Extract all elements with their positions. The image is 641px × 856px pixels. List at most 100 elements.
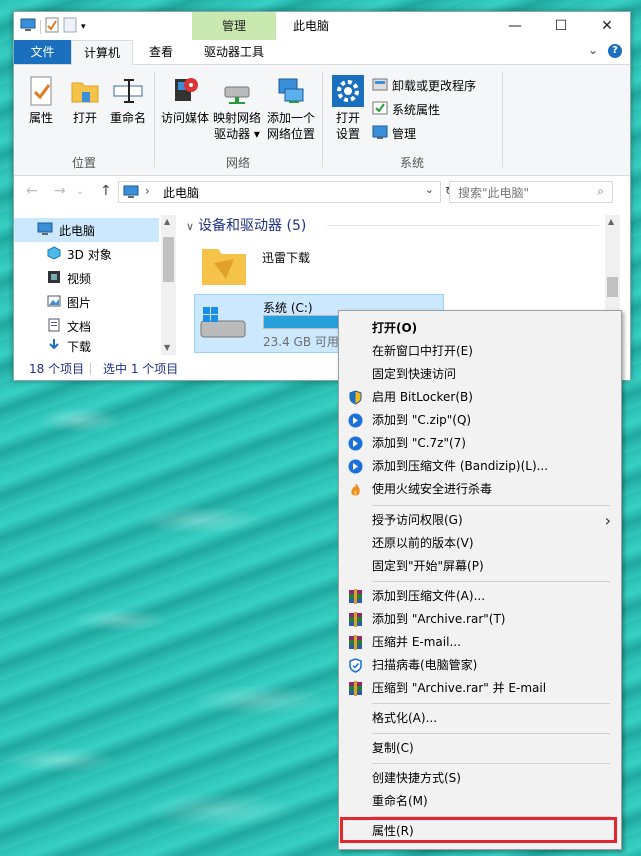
menu-item-copy[interactable]: 复制(C) bbox=[339, 737, 621, 760]
submenu-arrow-icon: › bbox=[604, 511, 611, 530]
bandizip-icon bbox=[348, 459, 363, 474]
nav-item-3d-objects[interactable]: 3D 对象 bbox=[14, 242, 159, 266]
tab-file[interactable]: 文件 bbox=[14, 40, 71, 64]
xunlei-folder-icon bbox=[200, 241, 248, 292]
manage-icon bbox=[372, 124, 388, 143]
menu-item-add-archive-rar[interactable]: 添加到 "Archive.rar"(T) bbox=[339, 608, 621, 631]
menu-item-open-new-window[interactable]: 在新窗口中打开(E) bbox=[339, 340, 621, 363]
rename-button[interactable]: 重命名 bbox=[106, 75, 150, 126]
address-dropdown-icon[interactable]: ⌄ bbox=[425, 183, 434, 196]
menu-item-add-archive[interactable]: 添加到压缩文件(A)... bbox=[339, 585, 621, 608]
drive-item-xunlei[interactable]: 迅雷下载 bbox=[194, 239, 442, 291]
nav-item-documents[interactable]: 文档 bbox=[14, 314, 159, 338]
uninstall-program-button[interactable]: 卸载或更改程序 bbox=[372, 75, 476, 95]
nav-item-label: 图片 bbox=[67, 295, 92, 310]
menu-item-huorong-scan[interactable]: 使用火绒安全进行杀毒 bbox=[339, 478, 621, 501]
menu-item-grant-access[interactable]: 授予访问权限(G) › bbox=[339, 509, 621, 532]
customize-qat-icon[interactable]: ▾ bbox=[81, 22, 86, 32]
add-network-label-2: 网络位置 bbox=[266, 127, 315, 141]
open-button[interactable]: 打开 bbox=[66, 75, 104, 126]
minimize-button[interactable]: — bbox=[492, 12, 538, 40]
scroll-up-icon[interactable]: ▲ bbox=[608, 217, 614, 226]
nav-item-pictures[interactable]: 图片 bbox=[14, 290, 159, 314]
scroll-down-icon[interactable]: ▼ bbox=[164, 343, 170, 352]
devices-group-header[interactable]: ∨ 设备和驱动器 (5) bbox=[186, 215, 306, 235]
media-icon bbox=[169, 75, 201, 107]
forward-arrow-icon[interactable]: → bbox=[54, 183, 66, 199]
menu-item-rename[interactable]: 重命名(M) bbox=[339, 790, 621, 813]
menu-item-compress-email[interactable]: 压缩并 E-mail... bbox=[339, 631, 621, 654]
tab-view[interactable]: 查看 bbox=[135, 40, 187, 64]
flame-icon bbox=[348, 482, 363, 497]
menu-separator bbox=[372, 581, 610, 582]
map-network-drive-button[interactable]: 映射网络 驱动器 ▾ bbox=[210, 75, 264, 142]
menu-item-label: 还原以前的版本(V) bbox=[372, 536, 474, 550]
menu-item-label: 压缩到 "Archive.rar" 并 E-mail bbox=[372, 681, 547, 695]
maximize-button[interactable]: ☐ bbox=[538, 12, 584, 40]
menu-item-label: 重命名(M) bbox=[372, 794, 428, 808]
menu-item-scan-virus[interactable]: 扫描病毒(电脑管家) bbox=[339, 654, 621, 677]
properties-icon bbox=[25, 75, 57, 107]
open-settings-button[interactable]: 打开 设置 bbox=[328, 75, 368, 142]
menu-item-format[interactable]: 格式化(A)... bbox=[339, 707, 621, 730]
selected-count: 选中 1 个项目 bbox=[103, 362, 179, 376]
search-input[interactable]: 搜索"此电脑" ⌕ bbox=[449, 181, 613, 203]
new-folder-qat-icon[interactable] bbox=[63, 17, 77, 36]
scroll-thumb[interactable] bbox=[607, 277, 618, 297]
add-network-location-button[interactable]: 添加一个 网络位置 bbox=[264, 75, 318, 142]
menu-item-label: 格式化(A)... bbox=[372, 711, 438, 725]
quick-access-toolbar: ▾ bbox=[20, 17, 86, 36]
menu-item-label: 添加到 "Archive.rar"(T) bbox=[372, 612, 506, 626]
scroll-thumb[interactable] bbox=[163, 237, 174, 282]
manage-contextual-tab[interactable]: 管理 bbox=[192, 12, 276, 40]
menu-item-label: 添加到压缩文件 (Bandizip)(L)... bbox=[372, 459, 549, 473]
access-media-button[interactable]: 访问媒体 bbox=[158, 75, 212, 126]
computer-icon[interactable] bbox=[20, 18, 36, 35]
menu-item-compress-rar-email[interactable]: 压缩到 "Archive.rar" 并 E-mail bbox=[339, 677, 621, 700]
menu-item-add-zip[interactable]: 添加到 "C.zip"(Q) bbox=[339, 409, 621, 432]
group-label-system: 系统 bbox=[399, 156, 424, 170]
group-label-location: 位置 bbox=[71, 156, 96, 170]
film-icon bbox=[47, 270, 61, 287]
breadcrumb-separator-icon[interactable]: › bbox=[145, 184, 150, 198]
add-network-label-1: 添加一个 bbox=[266, 111, 315, 125]
up-arrow-icon[interactable]: ↑ bbox=[100, 183, 112, 199]
scroll-up-icon[interactable]: ▲ bbox=[164, 217, 170, 226]
cube-icon bbox=[47, 245, 61, 263]
properties-qat-icon[interactable] bbox=[45, 17, 59, 36]
menu-item-open[interactable]: 打开(O) bbox=[339, 317, 621, 340]
properties-button[interactable]: 属性 bbox=[22, 75, 60, 126]
group-label-network: 网络 bbox=[225, 156, 250, 170]
search-icon: ⌕ bbox=[597, 184, 604, 198]
address-bar[interactable]: › 此电脑 ⌄ bbox=[118, 181, 441, 203]
help-icon[interactable]: ? bbox=[608, 44, 622, 58]
menu-item-label: 固定到快速访问 bbox=[372, 367, 457, 381]
open-label: 打开 bbox=[72, 111, 97, 125]
menu-item-label: 授予访问权限(G) bbox=[372, 513, 463, 527]
menu-item-restore-versions[interactable]: 还原以前的版本(V) bbox=[339, 532, 621, 555]
tab-computer[interactable]: 计算机 bbox=[71, 40, 133, 66]
menu-item-add-7z[interactable]: 添加到 "C.7z"(7) bbox=[339, 432, 621, 455]
menu-item-pin-quick-access[interactable]: 固定到快速访问 bbox=[339, 363, 621, 386]
menu-item-create-shortcut[interactable]: 创建快捷方式(S) bbox=[339, 767, 621, 790]
gear-icon bbox=[332, 75, 364, 107]
nav-item-videos[interactable]: 视频 bbox=[14, 266, 159, 290]
menu-item-pin-start[interactable]: 固定到"开始"屏幕(P) bbox=[339, 555, 621, 578]
rename-icon bbox=[112, 75, 144, 107]
nav-item-this-pc[interactable]: 此电脑 bbox=[14, 218, 159, 242]
breadcrumb-this-pc[interactable]: 此电脑 bbox=[163, 184, 199, 201]
menu-separator bbox=[372, 733, 610, 734]
menu-item-add-bandizip[interactable]: 添加到压缩文件 (Bandizip)(L)... bbox=[339, 455, 621, 478]
menu-item-bitlocker[interactable]: 启用 BitLocker(B) bbox=[339, 386, 621, 409]
system-properties-button[interactable]: 系统属性 bbox=[372, 99, 440, 119]
chevron-down-icon[interactable]: ⌄ bbox=[588, 43, 598, 57]
manage-button[interactable]: 管理 bbox=[372, 123, 416, 143]
close-button[interactable]: ✕ bbox=[584, 12, 630, 40]
recent-locations-icon[interactable]: ⌄ bbox=[76, 186, 84, 197]
winrar-icon bbox=[348, 612, 363, 627]
back-arrow-icon[interactable]: ← bbox=[26, 183, 38, 199]
tab-drive-tools[interactable]: 驱动器工具 bbox=[192, 40, 276, 64]
item-count: 18 个项目 bbox=[29, 362, 85, 376]
nav-item-downloads[interactable]: 下载 bbox=[14, 338, 159, 355]
nav-pane-scrollbar[interactable]: ▲ ▼ bbox=[161, 215, 176, 355]
